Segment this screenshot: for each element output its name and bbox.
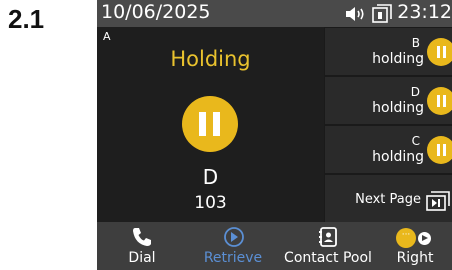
line-letter: A: [103, 30, 111, 43]
right-softkey[interactable]: ··· Right: [390, 222, 440, 270]
retrieve-icon: [224, 227, 244, 247]
retrieve-softkey[interactable]: Retrieve: [198, 222, 268, 270]
line-key-letter: B: [411, 36, 420, 50]
line-key-letter: C: [411, 134, 420, 148]
hold-icon: [427, 136, 452, 164]
time: 23:12: [397, 1, 452, 23]
line-keys: B holding D holding C holding Next Page: [325, 27, 452, 222]
line-key-status: holding: [372, 51, 424, 67]
softkey-bar: Dial Retrieve Contact Pool ··· Right: [97, 222, 452, 270]
contacts-icon: [319, 227, 337, 247]
speaker-icon: [346, 7, 364, 21]
softkey-label: Retrieve: [203, 250, 263, 266]
status-bar: 10/06/2025 23:12: [97, 0, 452, 27]
line-key-b[interactable]: B holding: [325, 28, 452, 75]
line-key-status: holding: [372, 100, 424, 116]
line-key-d[interactable]: D holding: [325, 77, 452, 124]
phone-screen: 10/06/2025 23:12 A Holding D 103 B holdi…: [97, 0, 452, 270]
hold-icon: [427, 87, 452, 115]
next-page-icon: [426, 191, 450, 211]
right-arrow-icon: ···: [396, 228, 432, 250]
next-page-key[interactable]: Next Page: [325, 175, 452, 222]
line-key-c[interactable]: C holding: [325, 126, 452, 173]
next-page-label: Next Page: [355, 192, 421, 207]
caller-name: D: [202, 165, 219, 189]
play-icon: [418, 232, 431, 245]
message-waiting-icon: [372, 4, 392, 23]
step-number: 2.1: [8, 4, 45, 34]
line-key-status: holding: [372, 149, 424, 165]
active-call-panel: A Holding D 103: [97, 27, 324, 222]
call-state: Holding: [170, 47, 251, 71]
phone-icon: [133, 228, 151, 246]
softkey-label: Contact Pool: [284, 250, 372, 266]
softkey-label: Dial: [128, 250, 156, 266]
caller-number: 103: [194, 193, 227, 213]
softkey-label: Right: [396, 250, 434, 266]
dial-softkey[interactable]: Dial: [112, 222, 172, 270]
line-key-letter: D: [410, 85, 420, 99]
hold-icon: [427, 38, 452, 66]
date: 10/06/2025: [101, 1, 211, 23]
hold-icon: [182, 96, 238, 152]
contact-pool-softkey[interactable]: Contact Pool: [278, 222, 378, 270]
